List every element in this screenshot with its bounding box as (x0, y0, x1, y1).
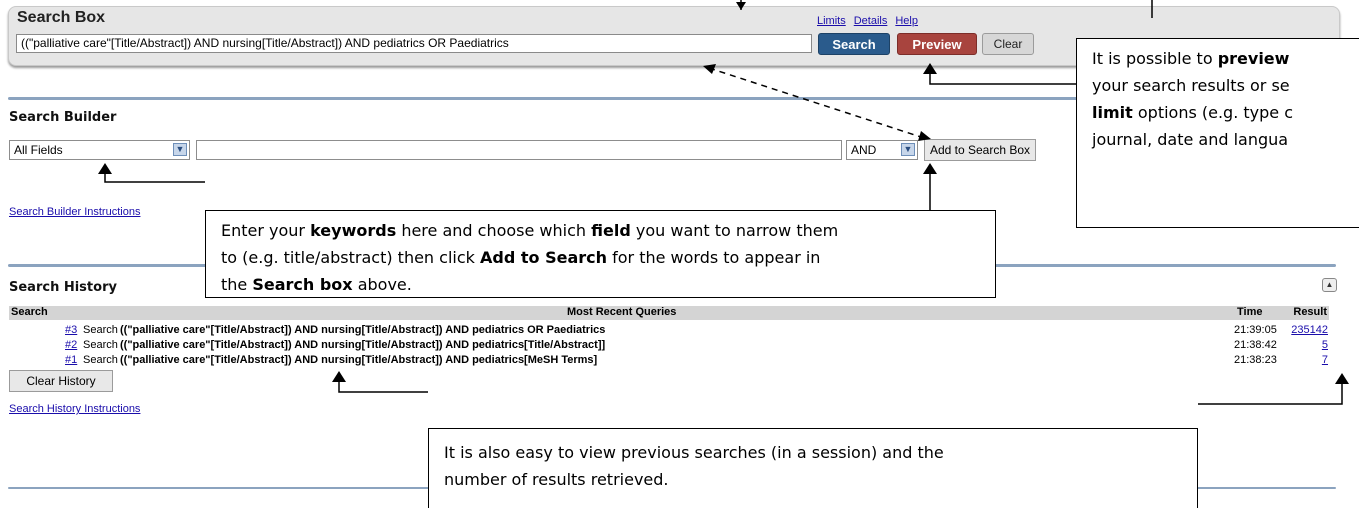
callout-text: here and choose which (396, 221, 592, 240)
callout-text: you want to narrow them (630, 221, 839, 240)
callout-text: to (e.g. title/abstract) then click (221, 248, 480, 267)
callout-text: your search results or se (1092, 76, 1290, 95)
dashed-arrow (708, 67, 925, 139)
callout-bold: Add to Search (480, 248, 608, 267)
callout-text: number of results retrieved. (444, 470, 669, 489)
callout-bold: keywords (310, 221, 397, 240)
preview-arrow (929, 72, 1076, 85)
callout-text: It is possible to (1092, 49, 1218, 68)
callout-text: Enter your (221, 221, 311, 240)
callout-bold: Search box (252, 275, 353, 294)
callout-text: It is also easy to view previous searche… (444, 443, 944, 462)
callout-bold: preview (1217, 49, 1290, 68)
history-arrow-right (1198, 382, 1343, 405)
callout-text: options (e.g. type c (1132, 103, 1294, 122)
callout-bold: field (591, 221, 631, 240)
callout-text: above. (352, 275, 412, 294)
callout-text: the (221, 275, 253, 294)
preview-callout: It is possible to preview your search re… (1076, 38, 1359, 228)
callout-text: journal, date and langua (1092, 130, 1289, 149)
keywords-arrow-left (104, 172, 205, 183)
keywords-callout: Enter your keywords here and choose whic… (205, 210, 996, 298)
callout-text: for the words to appear in (607, 248, 821, 267)
history-callout: It is also easy to view previous searche… (428, 428, 1198, 508)
history-arrow-left (338, 380, 428, 393)
callout-bold: limit (1092, 103, 1133, 122)
